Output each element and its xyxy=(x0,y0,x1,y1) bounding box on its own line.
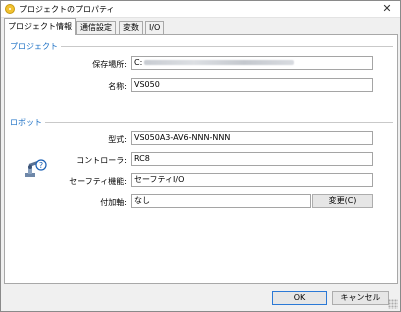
resize-grip[interactable] xyxy=(388,299,398,309)
robot-group-title: ロボット xyxy=(10,118,42,127)
app-icon xyxy=(5,4,15,14)
additional-axis-label: 付加軸: xyxy=(100,198,127,207)
tab-panel: プロジェクト 保存場所: C: 名称: VS050 ロボット ? 型式: VS0… xyxy=(4,34,398,284)
save-location-value: C: xyxy=(134,58,143,67)
svg-text:?: ? xyxy=(39,161,43,170)
name-field[interactable]: VS050 xyxy=(131,78,373,92)
tab-project-info[interactable]: プロジェクト情報 xyxy=(4,18,76,35)
robot-arm-icon: ? xyxy=(25,159,47,177)
change-button[interactable]: 変更(C) xyxy=(312,194,373,208)
model-label: 型式: xyxy=(108,135,127,144)
redacted-path xyxy=(144,60,295,65)
controller-label: コントローラ: xyxy=(76,156,127,165)
robot-group-divider xyxy=(45,122,393,123)
project-group-title: プロジェクト xyxy=(10,42,58,51)
tab-communication[interactable]: 通信設定 xyxy=(76,21,116,35)
title-bar: プロジェクトのプロパティ ✕ xyxy=(1,1,400,18)
tab-bar: プロジェクト情報 通信設定 変数 I/O xyxy=(4,18,400,35)
additional-axis-field[interactable]: なし xyxy=(131,194,311,208)
window-title: プロジェクトのプロパティ xyxy=(19,5,115,14)
save-location-field[interactable]: C: xyxy=(131,56,373,70)
ok-button[interactable]: OK xyxy=(272,291,327,305)
safety-function-label: セーフティ機能: xyxy=(69,177,127,186)
properties-dialog: プロジェクトのプロパティ ✕ プロジェクト情報 通信設定 変数 I/O プロジェ… xyxy=(0,0,401,312)
project-group-divider xyxy=(61,46,393,47)
close-icon[interactable]: ✕ xyxy=(376,2,398,16)
safety-function-field[interactable]: セーフティI/O xyxy=(131,173,373,187)
cancel-button[interactable]: キャンセル xyxy=(332,291,389,305)
name-label: 名称: xyxy=(108,82,127,91)
controller-field[interactable]: RC8 xyxy=(131,152,373,166)
tab-variables[interactable]: 変数 xyxy=(119,21,143,35)
tab-io[interactable]: I/O xyxy=(145,21,165,35)
save-location-label: 保存場所: xyxy=(92,60,127,69)
model-field[interactable]: VS050A3-AV6-NNN-NNN xyxy=(131,131,373,145)
